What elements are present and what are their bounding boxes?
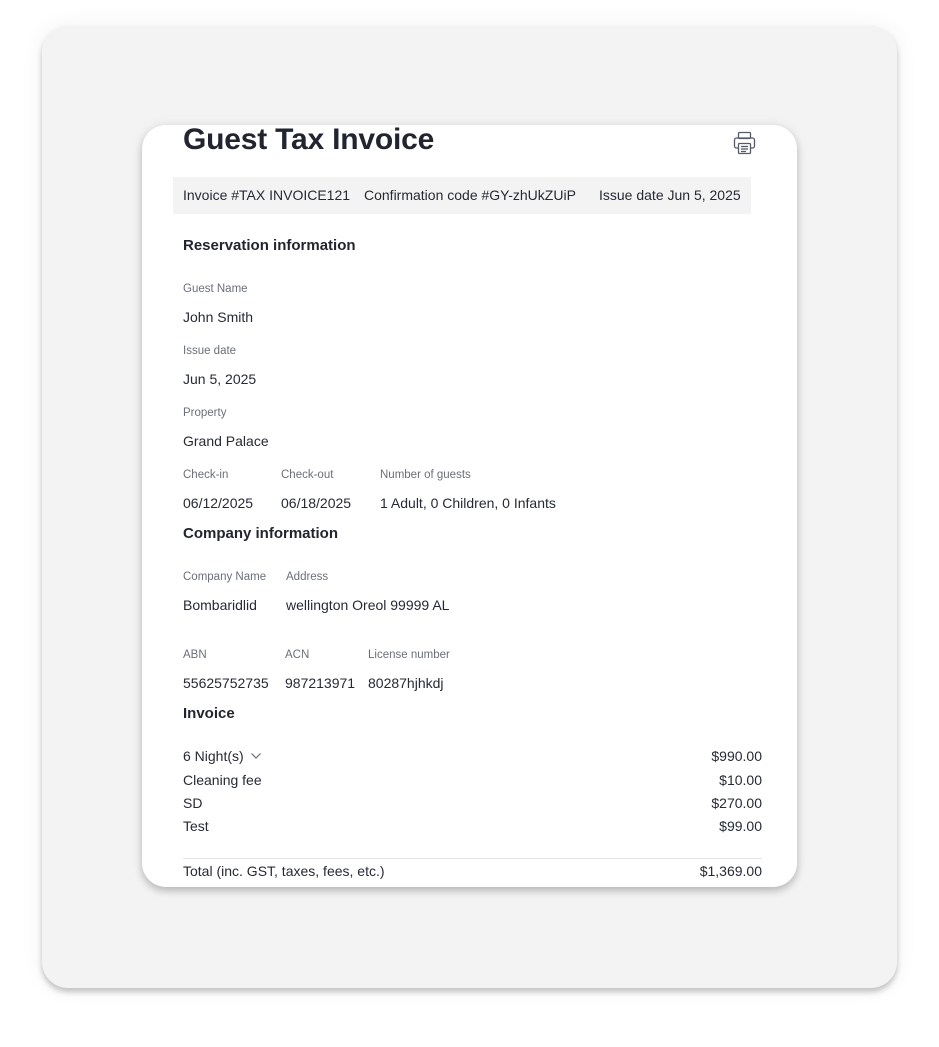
abn-label: ABN <box>183 649 207 661</box>
address-label: Address <box>286 571 329 583</box>
invoice-number: Invoice #TAX INVOICE121 <box>183 187 351 203</box>
license-value: 80287hjhkdj <box>368 675 444 691</box>
line-item-amount: $99.00 <box>719 818 762 834</box>
acn-value: 987213971 <box>285 675 356 691</box>
print-button[interactable] <box>732 131 758 155</box>
guest-name-value: John Smith <box>183 309 254 325</box>
abn-value: 55625752735 <box>183 675 269 691</box>
page-title: Guest Tax Invoice <box>183 125 435 156</box>
checkout-label: Check-out <box>281 469 334 481</box>
company-name-label: Company Name <box>183 571 267 583</box>
license-label: License number <box>368 649 450 661</box>
total-label: Total (inc. GST, taxes, fees, etc.) <box>183 863 385 879</box>
company-heading: Company information <box>183 525 339 542</box>
line-item-amount: $10.00 <box>719 772 762 788</box>
reservation-heading: Reservation information <box>183 237 356 254</box>
property-label: Property <box>183 407 227 419</box>
checkin-value: 06/12/2025 <box>183 495 254 511</box>
line-item-label: 6 Night(s) <box>183 748 244 764</box>
nights-line-toggle[interactable]: 6 Night(s) <box>183 748 262 766</box>
chevron-down-icon <box>251 753 262 759</box>
checkin-label: Check-in <box>183 469 229 481</box>
issue-date-value: Jun 5, 2025 <box>183 371 257 387</box>
line-item-label: SD <box>183 795 203 811</box>
issue-date-label: Issue date <box>183 345 237 357</box>
property-value: Grand Palace <box>183 433 269 449</box>
address-value: wellington Oreol 99999 AL <box>286 597 450 613</box>
meta-issue-date: Issue date Jun 5, 2025 <box>599 187 741 203</box>
guest-name-label: Guest Name <box>183 283 248 295</box>
acn-label: ACN <box>285 649 310 661</box>
total-amount: $1,369.00 <box>699 863 762 879</box>
confirmation-code: Confirmation code #GY-zhUkZUiP <box>364 187 576 203</box>
line-item-label: Test <box>183 818 209 834</box>
line-item-amount: $270.00 <box>711 795 762 811</box>
checkout-value: 06/18/2025 <box>281 495 352 511</box>
printer-icon <box>733 131 756 155</box>
invoice-card: Guest Tax Invoice Invoice #TAX INVOICE12… <box>142 125 797 887</box>
invoice-heading: Invoice <box>183 705 235 722</box>
guests-label: Number of guests <box>380 469 471 481</box>
guests-value: 1 Adult, 0 Children, 0 Infants <box>380 495 556 511</box>
total-divider <box>183 858 762 859</box>
company-name-value: Bombaridlid <box>183 597 257 613</box>
line-item-amount: $990.00 <box>711 748 762 764</box>
line-item-label: Cleaning fee <box>183 772 262 788</box>
